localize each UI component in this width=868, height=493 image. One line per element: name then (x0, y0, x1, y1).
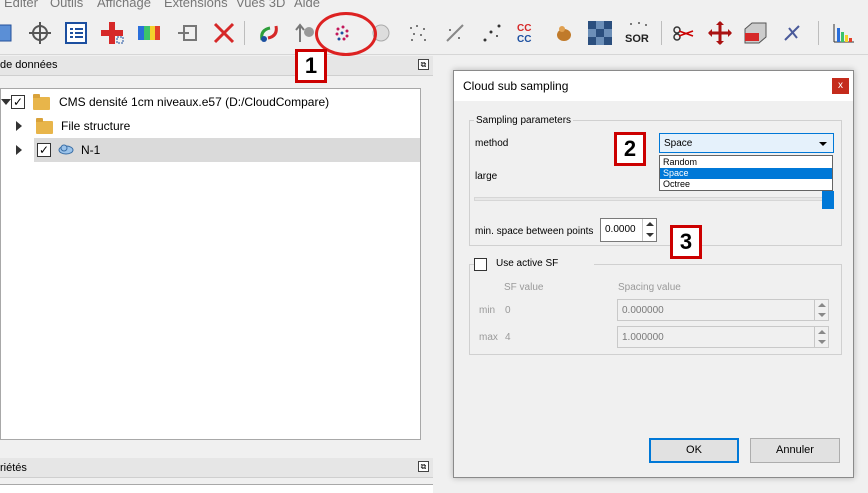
method-options-list[interactable]: Random Space Octree (659, 155, 833, 191)
large-label: large (475, 171, 498, 182)
root-checkbox[interactable]: ✓ (11, 95, 25, 109)
svg-text:SOR: SOR (625, 33, 649, 45)
annotation-badge-2: 2 (614, 132, 646, 166)
spin-down-icon[interactable] (642, 230, 656, 241)
sampling-parameters-title: Sampling parameters (474, 115, 574, 126)
translate-icon[interactable] (706, 19, 734, 47)
dialog-title-bar[interactable]: Cloud sub sampling x (454, 71, 853, 101)
ok-button[interactable]: OK (649, 438, 739, 463)
collapse-icon[interactable] (16, 121, 22, 131)
dialog-title: Cloud sub sampling (463, 79, 569, 93)
svg-text:CC: CC (517, 34, 531, 45)
db-tree-title: de données (0, 59, 58, 71)
db-tree[interactable]: ✓ CMS densité 1cm niveaux.e57 (D:/CloudC… (0, 88, 421, 440)
option-space[interactable]: Space (660, 168, 832, 179)
menu-extensions[interactable]: Extensions (164, 0, 228, 10)
menu-editer[interactable]: Editer (4, 0, 38, 10)
option-octree[interactable]: Octree (660, 179, 832, 190)
spin-up-icon (814, 327, 828, 337)
menu-outils[interactable]: Outils (50, 0, 83, 10)
tree-item-root[interactable]: ✓ CMS densité 1cm niveaux.e57 (D:/CloudC… (1, 90, 420, 114)
float-panel-icon[interactable]: ⧉ (418, 59, 429, 70)
sf-value-header: SF value (504, 282, 544, 293)
max-spacing-value: 1.000000 (622, 332, 664, 343)
use-active-sf-header: Use active SF (474, 257, 594, 271)
chevron-down-icon (819, 142, 827, 146)
max-label: max (479, 332, 498, 343)
spin-up-icon (814, 300, 828, 310)
toolbar-separator (818, 21, 819, 45)
sor-icon[interactable]: SOR (624, 19, 652, 47)
collapse-icon[interactable] (16, 145, 22, 155)
tree-item-n1[interactable]: ✓ N-1 (34, 138, 420, 162)
db-tree-title-bar: de données ⧉ (0, 56, 433, 76)
noise-icon[interactable] (404, 19, 432, 47)
method-dropdown[interactable]: Space (659, 133, 834, 153)
subsampling-slider-track[interactable] (474, 197, 828, 201)
min-spacing-value: 0.000000 (622, 305, 664, 316)
use-active-sf-label: Use active SF (496, 258, 559, 269)
use-active-sf-checkbox[interactable] (474, 258, 487, 271)
min-space-value: 0.0000 (605, 224, 636, 235)
properties-title: riétés (0, 462, 27, 474)
histogram-icon[interactable] (830, 19, 858, 47)
crop-icon[interactable] (478, 19, 506, 47)
menu-affichage[interactable]: Affichage (97, 0, 151, 10)
max-spacing-spinbox: 1.000000 (617, 326, 829, 348)
method-label: method (475, 138, 509, 149)
color-scale-icon[interactable] (135, 19, 163, 47)
folder-icon (33, 94, 50, 110)
cross-section-icon[interactable] (98, 19, 126, 47)
tree-item-label: N-1 (81, 143, 101, 157)
max-sf-value: 4 (505, 332, 511, 343)
cancel-button[interactable]: Annuler (750, 438, 840, 463)
point-picking-icon[interactable] (26, 19, 54, 47)
sample-icon[interactable] (441, 19, 469, 47)
merge-icon[interactable] (255, 19, 283, 47)
spacing-value-header: Spacing value (618, 282, 681, 293)
subsampling-slider-handle[interactable] (822, 191, 834, 209)
main-toolbar: CC CC SOR (0, 11, 868, 55)
annotation-badge-3: 3 (670, 225, 702, 259)
min-label: min (479, 305, 496, 316)
delete-icon[interactable] (210, 19, 238, 47)
ccc-icon[interactable]: CC CC (514, 19, 542, 47)
spin-down-icon (814, 310, 828, 320)
cloud-subsampling-dialog: Cloud sub sampling x Sampling parameters… (453, 70, 854, 478)
expand-icon[interactable] (1, 99, 11, 105)
n1-checkbox[interactable]: ✓ (37, 143, 51, 157)
svg-text:CC: CC (517, 23, 531, 34)
checker-icon[interactable] (586, 19, 614, 47)
method-value: Space (664, 138, 693, 149)
min-space-label: min. space between points (475, 226, 594, 237)
menu-vues-3d[interactable]: Vues 3D (236, 0, 285, 10)
annotation-badge-1: 1 (295, 49, 327, 83)
spin-up-icon[interactable] (642, 219, 656, 230)
fill-icon[interactable] (550, 19, 578, 47)
close-button[interactable]: x (832, 78, 849, 94)
float-panel-icon[interactable]: ⧉ (418, 461, 429, 472)
min-sf-value: 0 (505, 305, 511, 316)
exit-icon[interactable] (174, 19, 202, 47)
scissors-icon[interactable] (670, 19, 698, 47)
properties-body (0, 484, 433, 493)
list-icon[interactable] (62, 19, 90, 47)
open-icon[interactable] (0, 19, 16, 47)
spin-down-icon (814, 337, 828, 347)
option-random[interactable]: Random (660, 157, 832, 168)
menu-bar: Editer Outils Affichage Extensions Vues … (0, 0, 868, 11)
toolbar-separator (661, 21, 662, 45)
box-icon[interactable] (741, 19, 769, 47)
menu-aide[interactable]: Aide (294, 0, 320, 10)
tree-item-label: CMS densité 1cm niveaux.e57 (D:/CloudCom… (59, 95, 330, 109)
cloud-icon (58, 143, 74, 155)
folder-icon (36, 118, 53, 134)
tree-item-label: File structure (61, 119, 131, 133)
properties-title-bar: riétés ⧉ (0, 458, 433, 478)
tree-item-file-structure[interactable]: File structure (1, 114, 420, 138)
toolbar-separator (244, 21, 245, 45)
pick-icon[interactable] (778, 19, 806, 47)
min-space-spinbox[interactable]: 0.0000 (600, 218, 657, 242)
min-spacing-spinbox: 0.000000 (617, 299, 829, 321)
